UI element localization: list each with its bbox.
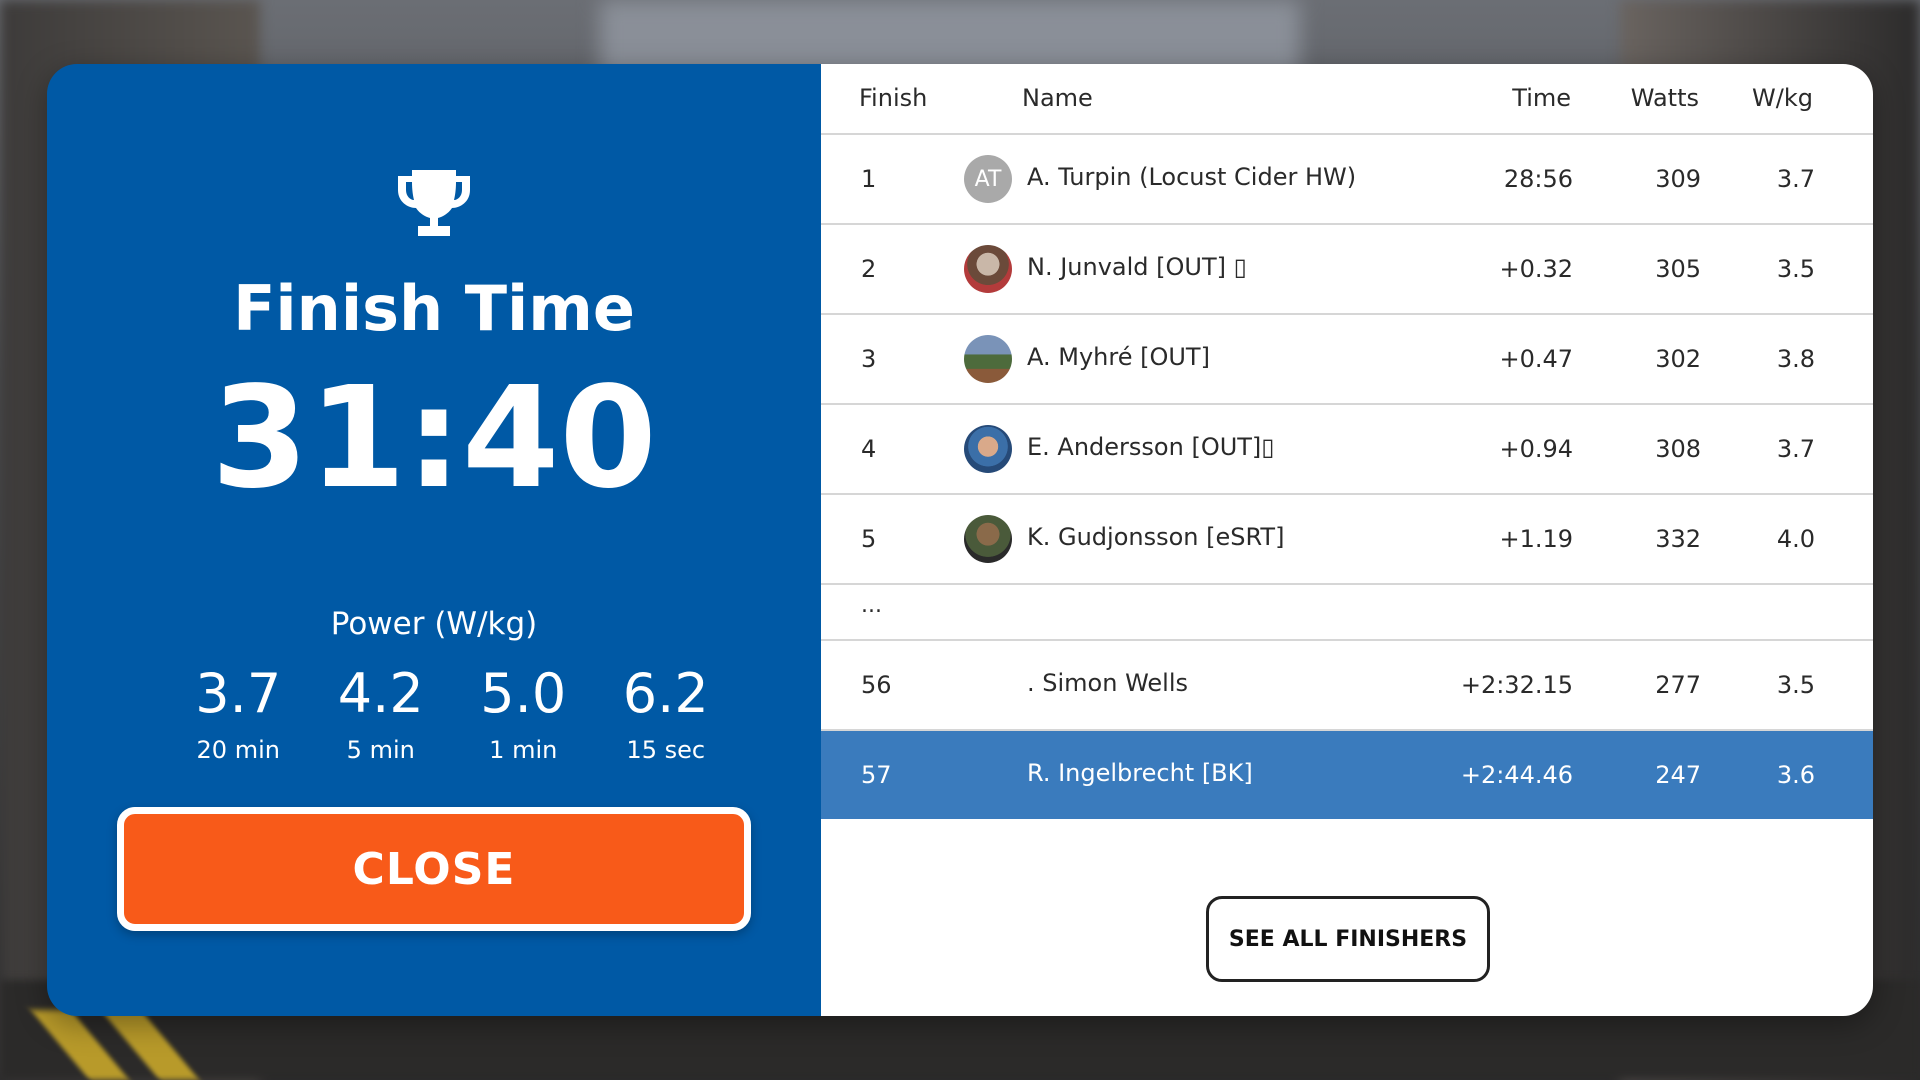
rider-watts: 302 [1655,345,1701,373]
see-all-finishers-button[interactable]: SEE ALL FINISHERS [1206,896,1490,982]
table-row[interactable]: 1 AT A. Turpin (Locust Cider HW) 28:56 3… [821,135,1873,225]
header-name[interactable]: Name [1022,84,1093,112]
rider-wkg: 3.8 [1776,345,1815,373]
rider-watts: 308 [1655,435,1701,463]
rider-time: 28:56 [1503,165,1573,193]
table-row-current-user[interactable]: 57 R. Ingelbrecht [BK] +2:44.46 247 3.6 [821,731,1873,819]
rider-wkg: 3.7 [1776,165,1815,193]
avatar [964,515,1012,563]
header-time[interactable]: Time [1512,84,1571,112]
rider-watts: 309 [1655,165,1701,193]
rider-wkg: 4.0 [1776,525,1815,553]
row-position: 2 [861,255,877,283]
table-row[interactable]: 3 A. Myhré [OUT] +0.47 302 3.8 [821,315,1873,405]
close-button[interactable]: CLOSE [117,807,751,931]
rider-wkg: 3.5 [1776,255,1815,283]
row-position: 56 [861,671,892,699]
table-row[interactable]: 5 K. Gudjonsson [eSRT] +1.19 332 4.0 [821,495,1873,585]
rider-name: E. Andersson [OUT]▯ [1027,433,1275,461]
rider-wkg: 3.5 [1776,671,1815,699]
rider-name: K. Gudjonsson [eSRT] [1027,523,1285,551]
table-header: Finish Name Time Watts W/kg [821,64,1873,135]
row-position: 5 [861,525,877,553]
power-stat-20min: 3.7 20 min [167,662,310,764]
header-finish[interactable]: Finish [859,84,927,112]
rider-time: +0.32 [1499,255,1573,283]
power-stat-5min: 4.2 5 min [310,662,453,764]
power-stat-duration: 1 min [489,736,558,764]
row-position: 1 [861,165,877,193]
power-stat-value: 4.2 [337,662,424,725]
power-stat-value: 5.0 [480,662,567,725]
rider-time: +2:44.46 [1460,761,1573,789]
power-stat-duration: 20 min [196,736,280,764]
rider-name: R. Ingelbrecht [BK] [1027,759,1253,787]
avatar [964,425,1012,473]
row-position: 4 [861,435,877,463]
table-row[interactable]: 2 N. Junvald [OUT] ▯ +0.32 305 3.5 [821,225,1873,315]
trophy-icon [398,170,470,236]
rider-watts: 247 [1655,761,1701,789]
rider-watts: 332 [1655,525,1701,553]
rider-name: A. Turpin (Locust Cider HW) [1027,163,1357,191]
power-stat-duration: 5 min [346,736,415,764]
table-row[interactable]: 56 . Simon Wells +2:32.15 277 3.5 [821,641,1873,731]
rider-name: . Simon Wells [1027,669,1188,697]
power-label: Power (W/kg) [330,606,538,642]
rider-wkg: 3.7 [1776,435,1815,463]
rider-time: +0.94 [1499,435,1573,463]
header-watts[interactable]: Watts [1631,84,1699,112]
header-wkg[interactable]: W/kg [1752,84,1813,112]
power-stat-value: 6.2 [622,662,709,725]
finish-summary-panel: Finish Time 31:40 Power (W/kg) 3.7 20 mi… [47,64,821,1016]
power-stat-15sec: 6.2 15 sec [595,662,738,764]
rider-name: A. Myhré [OUT] [1027,343,1210,371]
rider-wkg: 3.6 [1776,761,1815,789]
row-position: 3 [861,345,877,373]
finish-time-value: 31:40 [211,357,657,520]
ellipsis-text: ... [861,593,882,618]
results-table-panel: Finish Name Time Watts W/kg 1 AT A. Turp… [821,64,1873,1016]
power-stat-1min: 5.0 1 min [452,662,595,764]
rider-time: +0.47 [1499,345,1573,373]
rider-name: N. Junvald [OUT] ▯ [1027,253,1247,281]
avatar: AT [964,155,1012,203]
power-stats: 3.7 20 min 4.2 5 min 5.0 1 min 6.2 15 se… [167,662,737,764]
power-stat-value: 3.7 [195,662,282,725]
row-position: 57 [861,761,892,789]
finish-time-title: Finish Time [233,272,635,345]
table-gap-row: ... [821,583,1873,641]
results-modal: Finish Time 31:40 Power (W/kg) 3.7 20 mi… [47,64,1873,1016]
rider-time: +2:32.15 [1460,671,1573,699]
rider-watts: 277 [1655,671,1701,699]
rider-time: +1.19 [1499,525,1573,553]
power-stat-duration: 15 sec [626,736,706,764]
table-row[interactable]: 4 E. Andersson [OUT]▯ +0.94 308 3.7 [821,405,1873,495]
avatar [964,335,1012,383]
rider-watts: 305 [1655,255,1701,283]
avatar [964,245,1012,293]
